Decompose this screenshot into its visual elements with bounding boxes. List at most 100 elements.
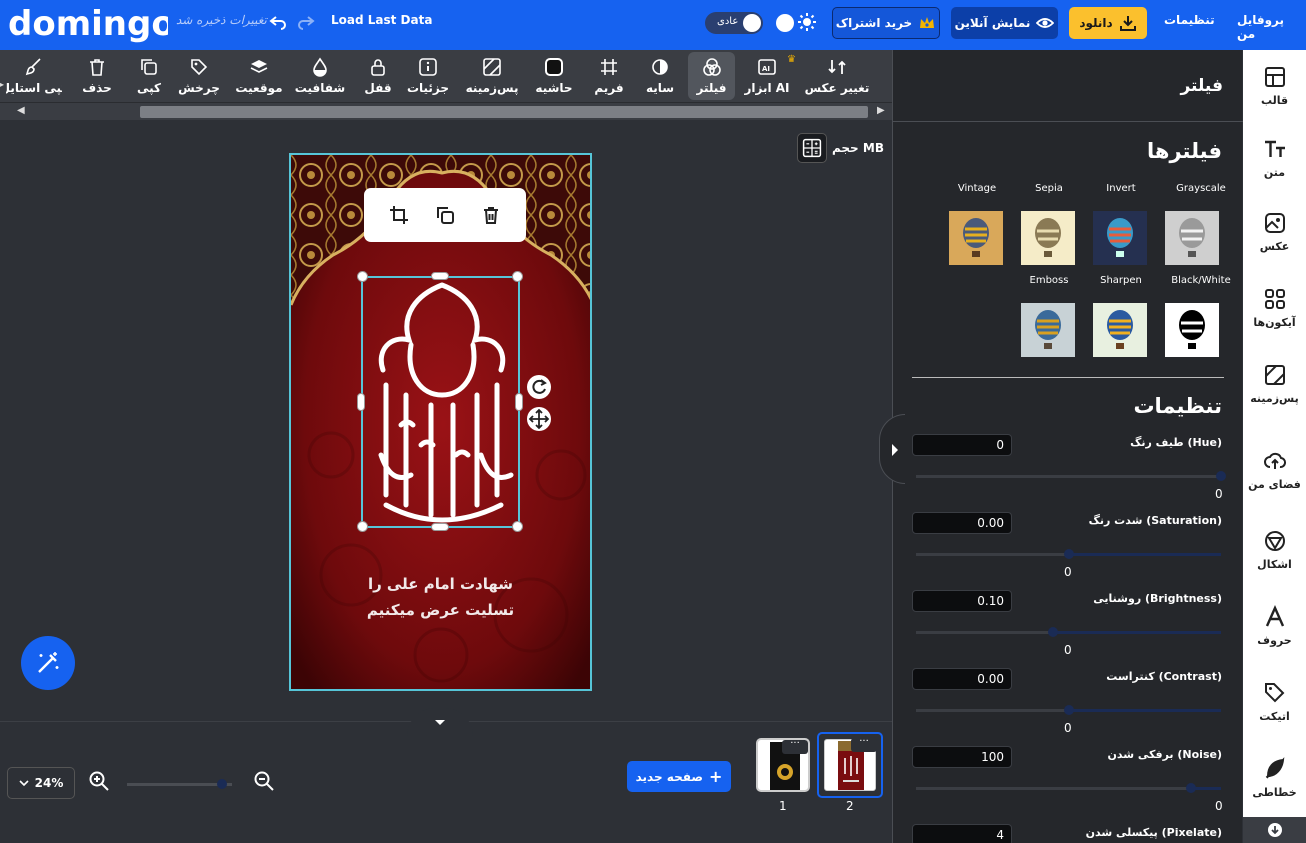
new-page-button[interactable]: صفحه جدید + <box>627 761 731 792</box>
tool-copy-style[interactable]: کپی استایل <box>6 50 62 102</box>
noise-slider[interactable] <box>916 783 1221 793</box>
tool-change-photo[interactable]: تغییر عکس <box>804 50 870 102</box>
filter-grayscale-thumb[interactable] <box>1165 211 1219 265</box>
zoom-select[interactable]: 24% <box>7 767 75 799</box>
sidebar-item-text[interactable]: متن <box>1243 122 1306 194</box>
mode-dot-toggle[interactable] <box>776 14 794 32</box>
contrast-input[interactable]: 0.00 <box>912 668 1012 690</box>
resize-handle-left[interactable] <box>357 393 365 411</box>
poster-line-1[interactable]: شهادت امام علی را <box>291 575 590 593</box>
tool-transparency[interactable]: شفافیت <box>295 50 345 102</box>
resize-handle-bl[interactable] <box>357 521 368 532</box>
move-handle[interactable] <box>527 407 551 431</box>
tool-rotate[interactable]: چرخش <box>178 50 220 102</box>
resize-handle-bottom[interactable] <box>431 523 449 531</box>
noise-input[interactable]: 100 <box>912 746 1012 768</box>
sidebar-item-photos[interactable]: عکس <box>1243 196 1306 268</box>
filter-circles-icon <box>702 58 721 76</box>
tool-ai[interactable]: AI ♛ ابزار AI <box>744 50 796 102</box>
resize-handle-top[interactable] <box>431 272 449 280</box>
tool-position[interactable]: موقعیت <box>234 50 284 102</box>
hue-input[interactable]: 0 <box>912 434 1012 456</box>
slider-knob[interactable] <box>1048 627 1059 637</box>
selection-box[interactable] <box>361 276 520 528</box>
settings-link[interactable]: تنظیمات <box>1164 13 1215 27</box>
hue-slider[interactable] <box>916 471 1226 481</box>
subscribe-button[interactable]: خرید اشتراک <box>832 7 940 39</box>
filter-label-blackwhite: Black/White <box>1171 275 1231 286</box>
calculator-button[interactable] <box>797 133 827 163</box>
download-button[interactable]: دانلود <box>1069 7 1147 39</box>
saturation-input[interactable]: 0.00 <box>912 512 1012 534</box>
tool-details[interactable]: جزئیات <box>407 50 449 102</box>
footer-collapse-tab[interactable] <box>407 708 473 736</box>
slider-knob[interactable] <box>1216 471 1226 481</box>
crop-icon[interactable] <box>389 205 409 225</box>
sidebar-item-templates[interactable]: قالب <box>1243 50 1306 122</box>
resize-handle-tl[interactable] <box>357 271 368 282</box>
slider-knob[interactable] <box>1063 549 1074 559</box>
page-thumbnail-1[interactable]: ··· <box>756 738 810 792</box>
sidebar-item-fonts[interactable]: حروف <box>1243 590 1306 662</box>
zoom-out-icon[interactable] <box>253 770 275 792</box>
filter-blackwhite-thumb[interactable] <box>1165 303 1219 357</box>
filter-emboss-thumb[interactable] <box>1021 303 1075 357</box>
sidebar-item-my-space[interactable]: فضای من <box>1243 434 1306 506</box>
saturation-slider[interactable] <box>916 549 1221 559</box>
tool-delete[interactable]: حذف <box>80 50 114 102</box>
slider-knob[interactable] <box>1063 705 1074 715</box>
rotate-handle[interactable] <box>527 375 551 399</box>
sidebar-item-background[interactable]: پس‌زمینه <box>1243 348 1306 420</box>
duplicate-icon[interactable] <box>435 205 455 225</box>
brightness-input[interactable]: 0.10 <box>912 590 1012 612</box>
theme-toggle[interactable]: عادی <box>705 12 763 34</box>
filter-vintage-thumb[interactable] <box>949 211 1003 265</box>
delete-icon[interactable] <box>481 205 501 225</box>
scroll-left-arrow-icon[interactable]: ◀ <box>17 105 25 116</box>
undo-icon[interactable] <box>268 12 288 32</box>
sidebar-item-icons[interactable]: آیکون‌ها <box>1243 272 1306 344</box>
sidebar-item-calligraphy[interactable]: خطاطی <box>1243 742 1306 814</box>
scroll-right-arrow-icon[interactable]: ▶ <box>877 105 885 116</box>
pixelate-input[interactable]: 4 <box>912 824 1012 843</box>
tool-copy[interactable]: کپی <box>134 50 164 102</box>
filter-sepia-thumb[interactable] <box>1021 211 1075 265</box>
settings-heading: تنظیمات <box>1133 394 1222 418</box>
brightness-slider[interactable] <box>916 627 1221 637</box>
tool-label: موقعیت <box>235 81 283 95</box>
tool-lock[interactable]: قفل <box>360 50 396 102</box>
scroll-left-icon[interactable]: ▸ <box>0 80 4 89</box>
tool-border[interactable]: حاشیه <box>533 50 575 102</box>
filter-sharpen-thumb[interactable] <box>1093 303 1147 357</box>
tool-label: قفل <box>364 81 392 95</box>
profile-link[interactable]: پروفایل من <box>1237 13 1306 41</box>
resize-handle-tr[interactable] <box>512 271 523 282</box>
tool-shadow[interactable]: سایه <box>640 50 680 102</box>
page-menu-dots[interactable]: ··· <box>851 737 877 752</box>
tool-filter[interactable]: فیلتر <box>688 52 735 100</box>
tool-background[interactable]: پس‌زمینه <box>466 50 518 102</box>
page-menu-dots[interactable]: ··· <box>782 740 808 754</box>
sidebar-scroll-down[interactable] <box>1243 817 1306 843</box>
zoom-slider-knob[interactable] <box>216 779 227 789</box>
zoom-in-icon[interactable] <box>88 770 110 792</box>
contrast-slider[interactable] <box>916 705 1221 715</box>
redo-icon[interactable] <box>296 12 316 32</box>
online-preview-button[interactable]: نمایش آنلاین <box>951 7 1058 39</box>
poster-line-2[interactable]: تسلیت عرض میکنیم <box>291 601 590 619</box>
panel-collapse-tab[interactable] <box>879 414 905 484</box>
sidebar-item-stickers[interactable]: اتیکت <box>1243 666 1306 738</box>
sun-icon[interactable] <box>797 12 817 32</box>
filter-invert-thumb[interactable] <box>1093 211 1147 265</box>
page-thumbnail-2[interactable]: ··· <box>817 732 883 798</box>
resize-handle-right[interactable] <box>515 393 523 411</box>
tool-frame[interactable]: فریم <box>589 50 629 102</box>
domingo-logo[interactable]: domingo <box>8 4 168 44</box>
scrollbar-thumb[interactable] <box>140 106 868 118</box>
load-last-data-link[interactable]: Load Last Data <box>331 13 432 27</box>
resize-handle-br[interactable] <box>512 521 523 532</box>
sidebar-item-shapes[interactable]: اشکال <box>1243 514 1306 586</box>
magic-wand-button[interactable] <box>21 636 75 690</box>
slider-knob[interactable] <box>1185 783 1196 793</box>
toolbar-scrollbar[interactable]: ◀ ▶ <box>0 102 892 120</box>
